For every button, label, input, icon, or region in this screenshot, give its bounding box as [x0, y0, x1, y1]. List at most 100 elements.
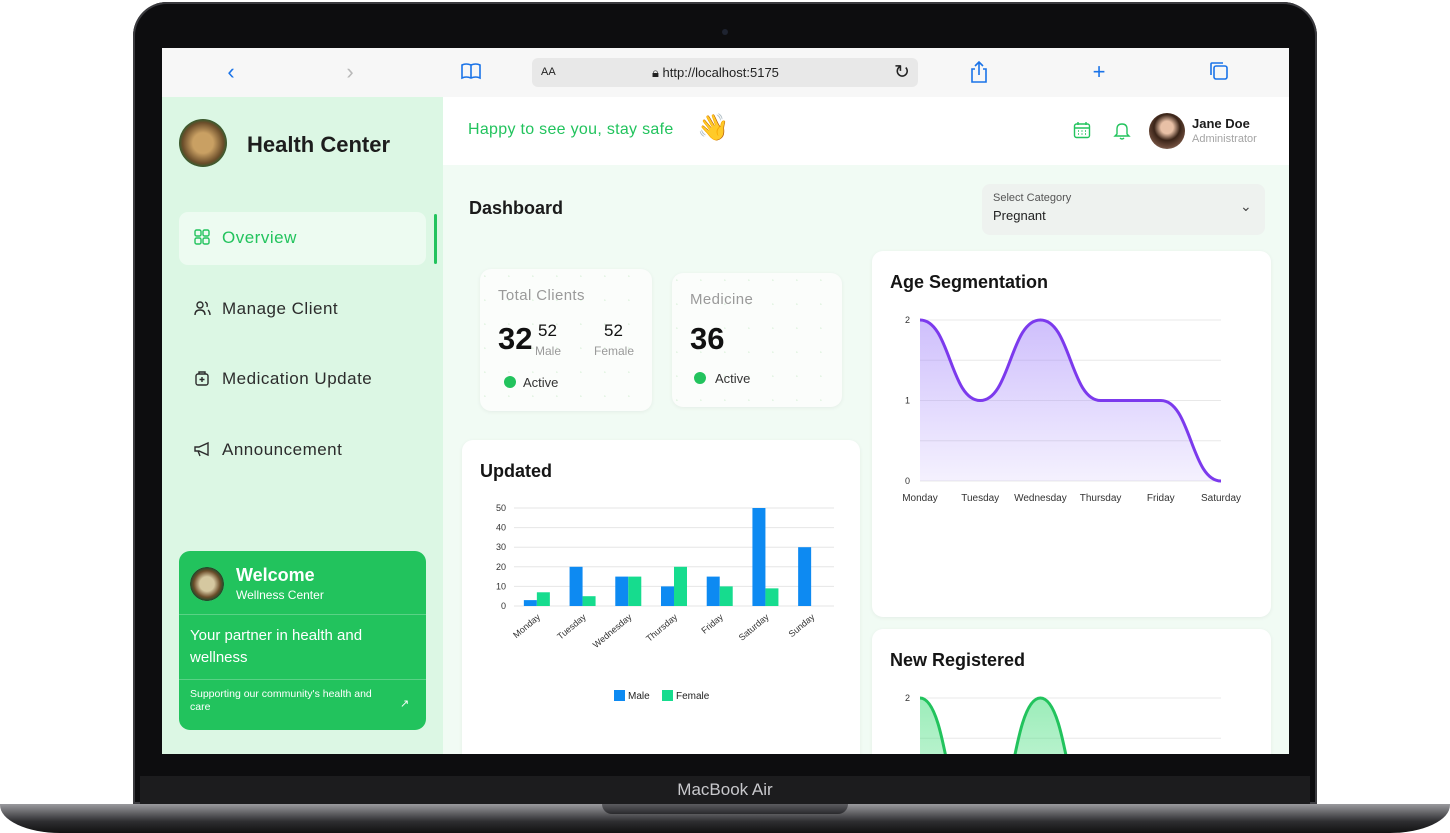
y-tick-label: 50 — [496, 503, 506, 513]
welcome-subtitle: Wellness Center — [236, 588, 324, 602]
female-count: 52 — [604, 321, 623, 340]
bell-icon[interactable] — [1112, 121, 1132, 141]
updated-bar-chart: 0 10 20 30 40 50 Monday Tuesday Wednesday Thursda… — [496, 503, 834, 702]
age-area-chart: 0 1 2 Monday Tuesday Wednesday Thursday Friday S… — [902, 315, 1241, 504]
sidebar-item-label: Medication Update — [222, 369, 373, 388]
share-icon[interactable] — [967, 60, 991, 84]
x-tick-label: Sunday — [787, 612, 817, 640]
y-tick-label: 2 — [905, 315, 910, 325]
back-icon[interactable]: ‹ — [219, 60, 243, 84]
waving-hand-icon: 👋 — [697, 112, 730, 142]
x-tick-label: Saturday — [1201, 493, 1241, 504]
y-tick-label: 20 — [496, 562, 506, 572]
browser-toolbar: ‹ › AA 🔒︎ http://localhost:5175 ↻ + — [162, 48, 1289, 98]
screen: ‹ › AA 🔒︎ http://localhost:5175 ↻ + Heal… — [162, 48, 1289, 754]
bar-male — [615, 576, 629, 606]
x-tick-label: Friday — [699, 612, 725, 636]
sidebar: Health Center Overview Manage Client Med… — [162, 97, 443, 754]
bar-female — [628, 576, 642, 606]
medicine-card: Medicine 36 Active — [672, 273, 842, 407]
users-icon — [193, 300, 211, 318]
y-tick-label: 10 — [496, 581, 506, 591]
bar-female — [582, 596, 596, 606]
bar-male — [661, 586, 674, 606]
welcome-title: Welcome — [236, 565, 315, 585]
bar-female — [765, 588, 779, 606]
divider — [179, 679, 426, 680]
welcome-card: Welcome Wellness Center Your partner in … — [179, 551, 426, 730]
sidebar-item-medication-update[interactable]: Medication Update — [179, 353, 426, 406]
series-line — [919, 696, 1068, 754]
sidebar-item-overview[interactable]: Overview — [179, 212, 426, 265]
address-bar[interactable]: AA 🔒︎ http://localhost:5175 ↻ — [532, 58, 918, 87]
legend-swatch — [662, 690, 673, 701]
y-tick-label: 1 — [905, 396, 910, 406]
x-tick-label: Monday — [511, 612, 542, 641]
age-segmentation-card: Age Segmentation 0 1 2 Monday Tuesday Wednesd… — [872, 251, 1271, 617]
bar-male — [706, 576, 720, 606]
bar-male — [798, 547, 812, 606]
health-center-logo — [179, 119, 227, 167]
legend-swatch — [614, 690, 625, 701]
y-tick-label: 0 — [501, 601, 506, 611]
sidebar-item-label: Manage Client — [222, 299, 339, 318]
x-tick-label: Wednesday — [591, 612, 634, 650]
user-name: Jane Doe — [1192, 116, 1250, 131]
y-tick-label: 30 — [496, 542, 506, 552]
registered-area-chart: 2 — [905, 693, 1221, 754]
x-tick-label: Saturday — [737, 612, 771, 643]
chevron-down-icon: ⌄ — [1240, 198, 1252, 214]
status-dot — [694, 372, 706, 384]
y-tick-label: 40 — [496, 523, 506, 533]
x-tick-label: Thursday — [1080, 493, 1122, 504]
reader-aa[interactable]: AA — [541, 66, 556, 78]
bookmarks-icon[interactable] — [459, 60, 483, 84]
user-role: Administrator — [1192, 133, 1257, 145]
x-tick-label: Tuesday — [555, 612, 588, 642]
bar-female — [674, 566, 687, 606]
bar-female — [536, 592, 550, 606]
new-tab-icon[interactable]: + — [1087, 60, 1111, 84]
sidebar-item-label: Announcement — [222, 440, 343, 459]
male-label: Male — [535, 344, 562, 358]
bar-male — [569, 566, 583, 606]
url-value: http://localhost:5175 — [662, 65, 779, 80]
laptop-notch — [602, 804, 848, 814]
category-select[interactable]: Select Category Pregnant ⌄ — [982, 184, 1265, 235]
x-tick-label: Thursday — [644, 612, 680, 644]
status-text: Active — [715, 371, 751, 386]
x-tick-label: Friday — [1147, 493, 1175, 504]
x-tick-label: Monday — [902, 493, 938, 504]
device-label: MacBook Air — [677, 780, 773, 799]
welcome-tagline: Your partner in health and wellness — [190, 627, 363, 666]
updated-chart-card: Updated 0 10 20 30 40 50 Monday Tuesday Wednesda… — [462, 440, 860, 754]
sidebar-item-announcement[interactable]: Announcement — [179, 424, 426, 477]
camera-dot — [722, 29, 728, 35]
stat-title: Total Clients — [498, 287, 585, 304]
total-clients-value: 32 — [498, 321, 533, 356]
reload-icon[interactable]: ↻ — [894, 61, 910, 84]
page-title: Dashboard — [469, 198, 564, 218]
welcome-footer: Supporting our community's health and ca… — [190, 688, 372, 713]
legend-label: Female — [676, 691, 710, 702]
female-label: Female — [594, 344, 635, 358]
app-title: Health Center — [247, 132, 391, 157]
medical-box-icon — [193, 370, 211, 388]
lock-icon: 🔒︎ — [652, 65, 659, 80]
forward-icon[interactable]: › — [338, 60, 362, 84]
tabs-icon[interactable] — [1207, 60, 1231, 84]
medicine-value: 36 — [690, 321, 725, 356]
active-indicator — [434, 214, 437, 264]
category-value: Pregnant — [993, 208, 1046, 223]
calendar-icon[interactable] — [1072, 121, 1092, 141]
sidebar-item-manage-client[interactable]: Manage Client — [179, 283, 426, 336]
external-link-icon[interactable]: ↗ — [400, 697, 409, 710]
grid-icon — [193, 229, 211, 247]
avatar[interactable] — [1149, 113, 1185, 149]
y-tick-label: 0 — [905, 476, 910, 486]
stat-title: Medicine — [690, 291, 754, 308]
bar-male — [752, 508, 766, 606]
x-tick-label: Wednesday — [1014, 493, 1067, 504]
status-text: Active — [523, 375, 559, 390]
male-count: 52 — [538, 321, 557, 340]
